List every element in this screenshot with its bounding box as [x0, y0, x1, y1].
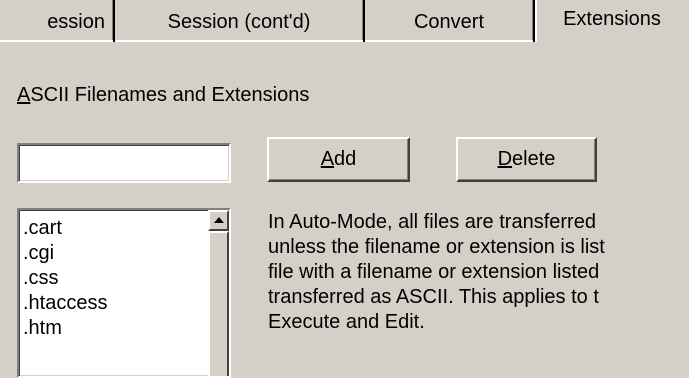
tab-convert[interactable]: Convert: [365, 0, 535, 42]
tab-session-label: ession: [47, 11, 105, 33]
description-line: file with a filename or extension listed: [268, 261, 600, 283]
tab-extensions-label: Extensions: [563, 8, 661, 30]
description-line: Execute and Edit.: [268, 311, 425, 333]
tab-extensions[interactable]: Extensions: [535, 0, 689, 42]
list-scrollbar[interactable]: [208, 210, 229, 376]
tab-strip: ession Session (cont'd) Convert Extensio…: [0, 0, 689, 42]
ascii-label-mnemonic: A: [17, 84, 31, 106]
ascii-label-text: SCII Filenames and Extensions: [30, 84, 310, 106]
list-item[interactable]: .css: [23, 266, 229, 291]
add-button-mnemonic: A: [320, 148, 335, 170]
description-line: transferred as ASCII. This applies to t: [268, 286, 599, 308]
extension-list-items: .cart .cgi .css .htaccess .htm: [19, 210, 229, 341]
list-item[interactable]: .cgi: [23, 241, 229, 266]
add-button[interactable]: Add: [267, 137, 410, 182]
tab-convert-label: Convert: [413, 11, 485, 33]
delete-button-mnemonic: D: [497, 148, 513, 170]
extension-input[interactable]: [17, 143, 231, 183]
list-item[interactable]: .cart: [23, 216, 229, 241]
ascii-extensions-label: ASCII Filenames and Extensions: [17, 84, 309, 107]
delete-button[interactable]: Delete: [456, 137, 597, 182]
list-item[interactable]: .htm: [23, 316, 229, 341]
add-button-label: dd: [334, 148, 357, 170]
tab-session-contd[interactable]: Session (cont'd): [115, 0, 365, 42]
description-line: unless the filename or extension is list: [268, 236, 605, 258]
description-line: In Auto-Mode, all files are transferred: [268, 211, 596, 233]
tab-session-contd-label: Session (cont'd): [167, 11, 311, 33]
scroll-up-button[interactable]: [208, 210, 229, 231]
delete-button-label: elete: [512, 148, 556, 170]
scroll-up-arrow-icon: [214, 217, 224, 223]
extension-list[interactable]: .cart .cgi .css .htaccess .htm: [17, 208, 231, 378]
list-item[interactable]: .htaccess: [23, 291, 229, 316]
tab-session[interactable]: ession: [0, 0, 115, 42]
scroll-thumb[interactable]: [208, 231, 229, 376]
auto-mode-description: In Auto-Mode, all files are transferred …: [268, 210, 689, 335]
